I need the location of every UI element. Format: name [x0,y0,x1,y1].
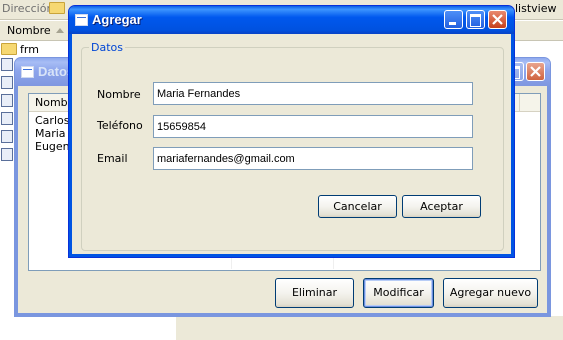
telefono-input[interactable] [153,115,473,138]
dialog-title: Agregar [92,12,142,27]
address-text[interactable]: listview [515,2,557,15]
file-icon[interactable] [1,148,13,161]
telefono-label: Teléfono [97,119,143,132]
aceptar-button[interactable]: Aceptar [402,195,481,218]
window-icon [75,14,88,26]
close-icon [530,66,541,77]
minimize-icon [449,22,456,25]
folder-item[interactable]: frm [1,42,39,56]
close-button[interactable] [526,62,545,81]
nombre-label: Nombre [97,88,141,101]
groupbox-label: Datos [89,41,125,54]
address-label: Dirección [2,2,54,15]
file-icon[interactable] [1,94,13,107]
folder-icon [1,43,17,55]
nombre-input[interactable] [153,82,473,105]
close-button[interactable] [488,10,507,29]
taskbar-strip [176,316,563,340]
agregar-dialog: Agregar Datos Nombre Teléfono Email Canc… [68,5,515,258]
maximize-button[interactable] [466,10,485,29]
agregar-titlebar[interactable]: Agregar [69,6,514,34]
datos-groupbox: Datos Nombre Teléfono Email Cancelar Ace… [81,41,504,251]
folder-item-label: frm [20,42,39,56]
sort-up-icon [56,28,64,33]
email-input[interactable] [153,147,473,170]
folder-icon [49,2,65,14]
column-name-label: Nombre [7,24,51,37]
modificar-button[interactable]: Modificar [363,278,434,308]
file-icon[interactable] [1,58,13,71]
email-label: Email [97,152,128,165]
minimize-button[interactable] [444,10,463,29]
cancelar-button[interactable]: Cancelar [318,195,397,218]
close-icon [492,14,503,25]
file-icon[interactable] [1,112,13,125]
window-icon [21,66,34,78]
maximize-icon [470,14,481,27]
file-icon[interactable] [1,76,13,89]
eliminar-button[interactable]: Eliminar [275,278,354,308]
file-icon[interactable] [1,130,13,143]
agregar-nuevo-button[interactable]: Agregar nuevo [443,278,538,308]
